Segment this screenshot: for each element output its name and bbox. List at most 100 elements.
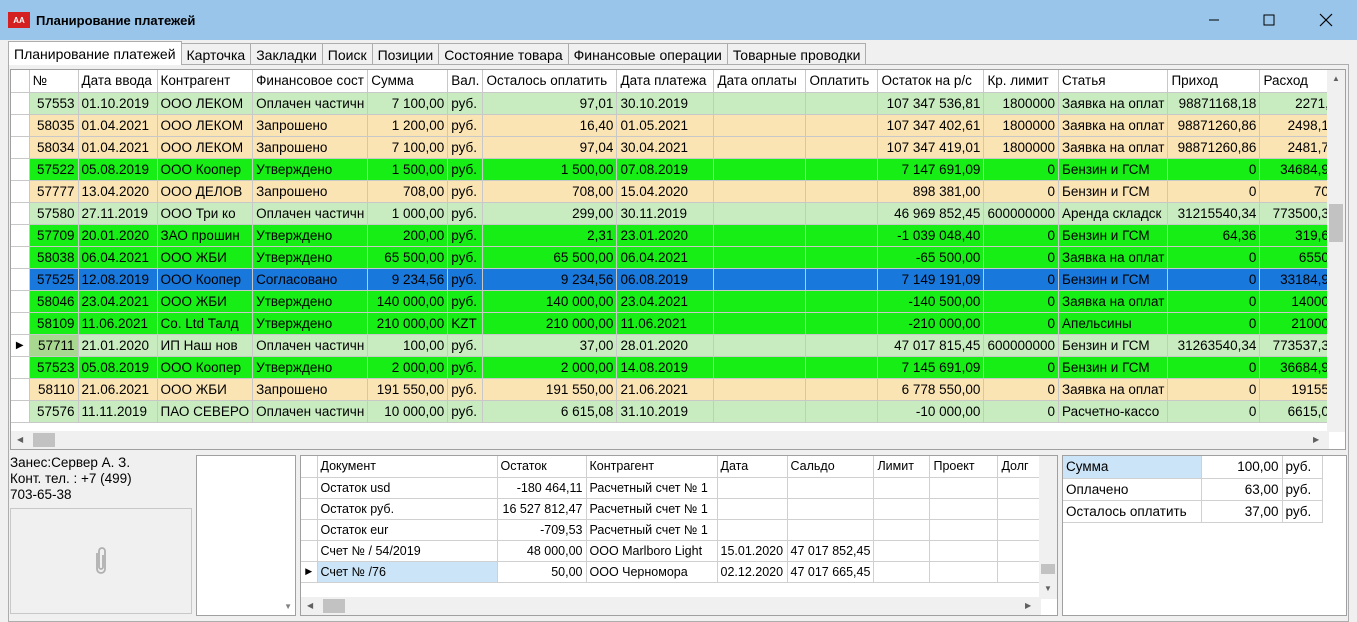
table-cell[interactable]: ПАО СЕВЕРО [157, 400, 254, 423]
table-cell[interactable] [787, 498, 875, 520]
table-cell[interactable]: Утверждено [252, 312, 369, 335]
table-cell[interactable]: Бензин и ГСМ [1058, 224, 1169, 247]
row-indicator[interactable] [11, 356, 30, 379]
table-cell[interactable] [805, 290, 879, 313]
table-cell[interactable]: 11.06.2021 [616, 312, 715, 335]
row-indicator[interactable] [11, 268, 30, 291]
table-cell[interactable]: Утверждено [252, 158, 369, 181]
table-row[interactable]: ▶ 57711 21.01.2020 ИП Наш нов Оплачен частич… [11, 334, 1341, 357]
table-cell[interactable]: 107 347 536,81 [877, 92, 985, 115]
row-indicator[interactable] [11, 224, 30, 247]
table-cell[interactable] [873, 477, 931, 499]
table-cell[interactable]: 107 347 419,01 [877, 136, 985, 159]
table-cell[interactable]: 11.06.2021 [78, 312, 158, 335]
column-header[interactable]: Дата ввода [78, 70, 158, 93]
table-cell[interactable]: 191 550,00 [482, 378, 618, 401]
table-cell[interactable]: 7 145 691,09 [877, 356, 985, 379]
table-cell[interactable] [713, 290, 807, 313]
table-cell[interactable]: ООО Три ко [157, 202, 254, 225]
table-cell[interactable] [713, 224, 807, 247]
table-cell[interactable]: 9 234,56 [482, 268, 618, 291]
table-cell[interactable]: руб. [447, 224, 484, 247]
column-header[interactable]: Сальдо [787, 456, 875, 478]
table-cell[interactable] [713, 180, 807, 203]
tab-0[interactable]: Планирование платежей [8, 41, 182, 65]
table-cell[interactable]: 0 [983, 268, 1060, 291]
table-cell[interactable]: Co. Ltd Талд [157, 312, 254, 335]
table-cell[interactable] [873, 540, 931, 562]
table-cell[interactable]: 98871260,86 [1167, 136, 1261, 159]
doc-horizontal-scroll-thumb[interactable] [323, 599, 345, 613]
table-cell[interactable]: 30.04.2021 [616, 136, 715, 159]
table-cell[interactable]: 58034 [29, 136, 79, 159]
table-row[interactable]: 57580 27.11.2019 ООО Три ко Оплачен частичн… [11, 202, 1341, 225]
table-cell[interactable]: 58046 [29, 290, 79, 313]
table-cell[interactable] [805, 356, 879, 379]
table-cell[interactable] [805, 400, 879, 423]
table-cell[interactable]: ЗАО прошин [157, 224, 254, 247]
table-cell[interactable]: Остаток usd [317, 477, 498, 499]
row-indicator[interactable] [11, 378, 30, 401]
table-cell[interactable]: 15.01.2020 [717, 540, 788, 562]
table-cell[interactable]: 1800000 [983, 136, 1060, 159]
table-cell[interactable]: Бензин и ГСМ [1058, 180, 1169, 203]
table-cell[interactable]: 140 000,00 [482, 290, 618, 313]
table-cell[interactable]: 100,00 [367, 334, 449, 357]
table-cell[interactable]: 30.10.2019 [616, 92, 715, 115]
table-cell[interactable] [713, 158, 807, 181]
table-cell[interactable]: 1 200,00 [367, 114, 449, 137]
table-cell[interactable]: руб. [447, 400, 484, 423]
table-cell[interactable] [713, 114, 807, 137]
column-header[interactable]: Дата оплаты [713, 70, 807, 93]
table-cell[interactable]: 31215540,34 [1167, 202, 1261, 225]
table-cell[interactable]: 23.04.2021 [616, 290, 715, 313]
column-header[interactable]: Кр. лимит [983, 70, 1060, 93]
table-row[interactable]: Счет № / 54/2019 48 000,00 ООО Marlboro Li… [301, 540, 1049, 562]
column-header[interactable]: Статья [1058, 70, 1169, 93]
table-cell[interactable]: 57523 [29, 356, 79, 379]
table-cell[interactable] [805, 246, 879, 269]
table-cell[interactable]: 0 [1167, 246, 1261, 269]
table-cell[interactable]: 06.04.2021 [616, 246, 715, 269]
table-cell[interactable]: ООО ЖБИ [157, 290, 254, 313]
table-cell[interactable] [805, 224, 879, 247]
table-cell[interactable] [713, 312, 807, 335]
table-cell[interactable]: 23.01.2020 [616, 224, 715, 247]
table-cell[interactable]: 14.08.2019 [616, 356, 715, 379]
tab-1[interactable]: Карточка [180, 43, 252, 65]
tab-2[interactable]: Закладки [250, 43, 323, 65]
table-cell[interactable]: 20.01.2020 [78, 224, 158, 247]
table-cell[interactable]: -10 000,00 [877, 400, 985, 423]
table-row[interactable]: 57523 05.08.2019 ООО Коопер Утверждено 2 000… [11, 356, 1341, 379]
table-cell[interactable]: 21.06.2021 [616, 378, 715, 401]
table-cell[interactable]: Запрошено [252, 114, 369, 137]
column-header[interactable]: Документ [317, 456, 498, 478]
table-cell[interactable]: 600000000 [983, 202, 1060, 225]
column-header[interactable]: Остаток на р/с [877, 70, 985, 93]
table-cell[interactable]: 7 100,00 [367, 92, 449, 115]
table-cell[interactable]: ООО Коопер [157, 356, 254, 379]
table-cell[interactable] [713, 400, 807, 423]
table-row[interactable]: 58109 11.06.2021 Co. Ltd Талд Утверждено 210… [11, 312, 1341, 335]
row-indicator[interactable]: ▶ [11, 334, 30, 357]
table-cell[interactable]: 01.04.2021 [78, 136, 158, 159]
table-cell[interactable]: Счет № /76 [317, 561, 498, 583]
table-cell[interactable]: 16,40 [482, 114, 618, 137]
table-cell[interactable]: руб. [447, 180, 484, 203]
table-cell[interactable]: руб. [447, 268, 484, 291]
table-cell[interactable]: 01.04.2021 [78, 114, 158, 137]
table-cell[interactable]: 210 000,00 [367, 312, 449, 335]
table-cell[interactable]: 57711 [29, 334, 79, 357]
row-indicator[interactable] [11, 290, 30, 313]
table-cell[interactable]: 64,36 [1167, 224, 1261, 247]
attachment-area[interactable] [10, 508, 192, 614]
table-cell[interactable]: 16 527 812,47 [497, 498, 587, 520]
column-header[interactable]: Остаток [497, 456, 587, 478]
table-cell[interactable]: 47 017 852,45 [787, 540, 875, 562]
table-cell[interactable]: 58035 [29, 114, 79, 137]
table-cell[interactable]: Утверждено [252, 224, 369, 247]
column-header[interactable]: Вал. [447, 70, 484, 93]
table-cell[interactable]: 02.12.2020 [717, 561, 788, 583]
table-cell[interactable]: 0 [983, 224, 1060, 247]
doc-scroll-right-icon[interactable]: ▶ [1025, 601, 1031, 610]
